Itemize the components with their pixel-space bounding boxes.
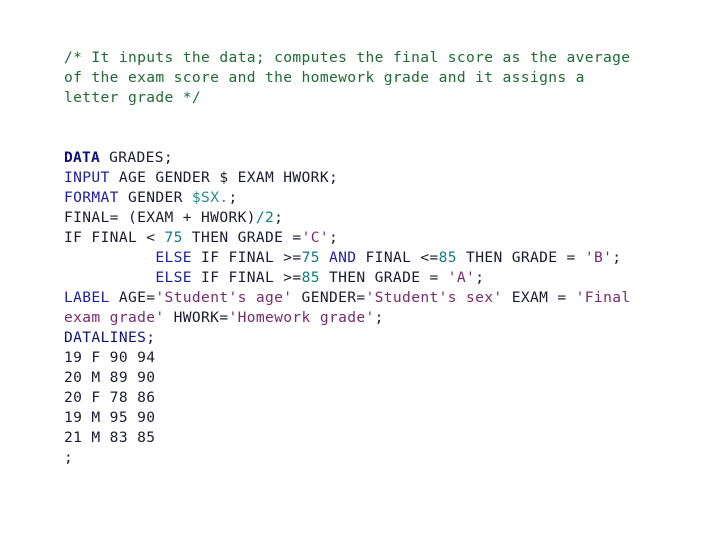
code-line-terminator: ;: [64, 448, 694, 468]
code-token-plain: 19 M 95 90: [64, 408, 156, 426]
sas-code-listing: /* It inputs the data; computes the fina…: [64, 47, 694, 468]
code-token-plain: 21 M 83 85: [64, 428, 156, 446]
code-token-plain: IF FINAL >=: [191, 248, 302, 266]
code-line-comment-2: of the exam score and the homework grade…: [64, 68, 694, 88]
code-token-string: 'C': [301, 228, 329, 246]
code-line-blank-1: [64, 108, 694, 128]
code-line-format-statement: FORMAT GENDER $SX.;: [64, 188, 694, 208]
code-line-if-grade-c: IF FINAL < 75 THEN GRADE ='C';: [64, 228, 694, 248]
code-token-plain: THEN GRADE =: [456, 248, 585, 266]
code-token-plain: ;: [612, 248, 622, 266]
code-token-plain: GENDER: [118, 188, 192, 206]
code-token-plain: THEN GRADE =: [319, 268, 448, 286]
code-token-number: 75: [301, 248, 320, 266]
code-line-blank-2: [64, 128, 694, 148]
code-token-plain: ;: [475, 268, 485, 286]
code-token-plain: ;: [328, 228, 339, 246]
code-token-keyword: AND: [328, 248, 357, 266]
code-line-else-if-grade-a: ELSE IF FINAL >=85 THEN GRADE = 'A';: [64, 268, 694, 288]
code-token-keyword: LABEL: [64, 288, 110, 306]
code-token-string: exam grade': [64, 308, 165, 326]
code-token-plain: ;: [228, 188, 238, 206]
code-line-data-row-5: 21 M 83 85: [64, 428, 694, 448]
code-token-plain: GRADES;: [99, 148, 174, 166]
code-token-plain: EXAM =: [502, 288, 576, 306]
code-token-keyword: ELSE: [155, 248, 192, 266]
code-line-comment-1: /* It inputs the data; computes the fina…: [64, 48, 694, 68]
code-line-data-row-2: 20 M 89 90: [64, 368, 694, 388]
code-line-data-statement: DATA GRADES;: [64, 148, 694, 168]
code-token-plain: IF FINAL <: [64, 228, 165, 246]
code-token-navy: DATALINES;: [64, 328, 156, 346]
code-line-data-row-4: 19 M 95 90: [64, 408, 694, 428]
code-token-keyword: FORMAT: [64, 188, 119, 206]
code-token-plain: HWORK=: [164, 308, 229, 326]
code-token-plain: ;: [374, 308, 384, 326]
code-line-data-row-3: 20 F 78 86: [64, 388, 694, 408]
code-line-label-statement-1: LABEL AGE='Student's age' GENDER='Studen…: [64, 288, 694, 308]
code-token-plain: ;: [64, 448, 74, 466]
code-token-number: 85: [438, 248, 457, 266]
code-token-plain: 20 F 78 86: [64, 388, 156, 406]
code-token-comment: /* It inputs the data; computes the fina…: [64, 48, 631, 66]
code-token-string: 'Student's sex': [365, 288, 503, 306]
code-token-keyword: ELSE: [155, 268, 192, 286]
code-token-comment: letter grade */: [64, 88, 202, 106]
code-token-plain: THEN GRADE =: [182, 228, 302, 246]
code-line-data-row-1: 19 F 90 94: [64, 348, 694, 368]
code-token-number: 2: [265, 208, 275, 226]
code-line-datalines-statement: DATALINES;: [64, 328, 694, 348]
code-token-format: $SX.: [191, 188, 229, 206]
code-token-plain: AGE GENDER $ EXAM HWORK;: [109, 168, 339, 186]
code-token-plain: IF FINAL >=: [191, 268, 302, 286]
code-token-comment: of the exam score and the homework grade…: [64, 68, 585, 86]
code-token-string: 'Homework grade': [228, 308, 375, 326]
code-token-number: 75: [164, 228, 183, 246]
code-line-label-statement-2: exam grade' HWORK='Homework grade';: [64, 308, 694, 328]
code-token-plain: FINAL <=: [356, 248, 439, 266]
code-line-input-statement: INPUT AGE GENDER $ EXAM HWORK;: [64, 168, 694, 188]
code-token-plain: AGE=: [109, 288, 156, 306]
code-token-plain: FINAL= (EXAM + HWORK): [64, 208, 256, 226]
code-token-plain: 20 M 89 90: [64, 368, 156, 386]
code-token-string: 'Student's age': [155, 288, 293, 306]
code-token-plain: ;: [274, 208, 284, 226]
code-token-plain: GENDER=: [292, 288, 366, 306]
code-token-string: 'B': [584, 248, 613, 266]
code-token-string: 'A': [447, 268, 476, 286]
code-line-else-if-grade-b: ELSE IF FINAL >=75 AND FINAL <=85 THEN G…: [64, 248, 694, 268]
code-token-number: 85: [301, 268, 320, 286]
code-token-plain: 19 F 90 94: [64, 348, 156, 366]
code-line-comment-3: letter grade */: [64, 88, 694, 108]
code-token-string: 'Final: [575, 288, 631, 306]
code-line-final-assignment: FINAL= (EXAM + HWORK)/2;: [64, 208, 694, 228]
code-token-keyword_bold: DATA: [64, 148, 100, 166]
code-token-keyword: INPUT: [64, 168, 110, 186]
code-token-number: /: [255, 208, 266, 226]
